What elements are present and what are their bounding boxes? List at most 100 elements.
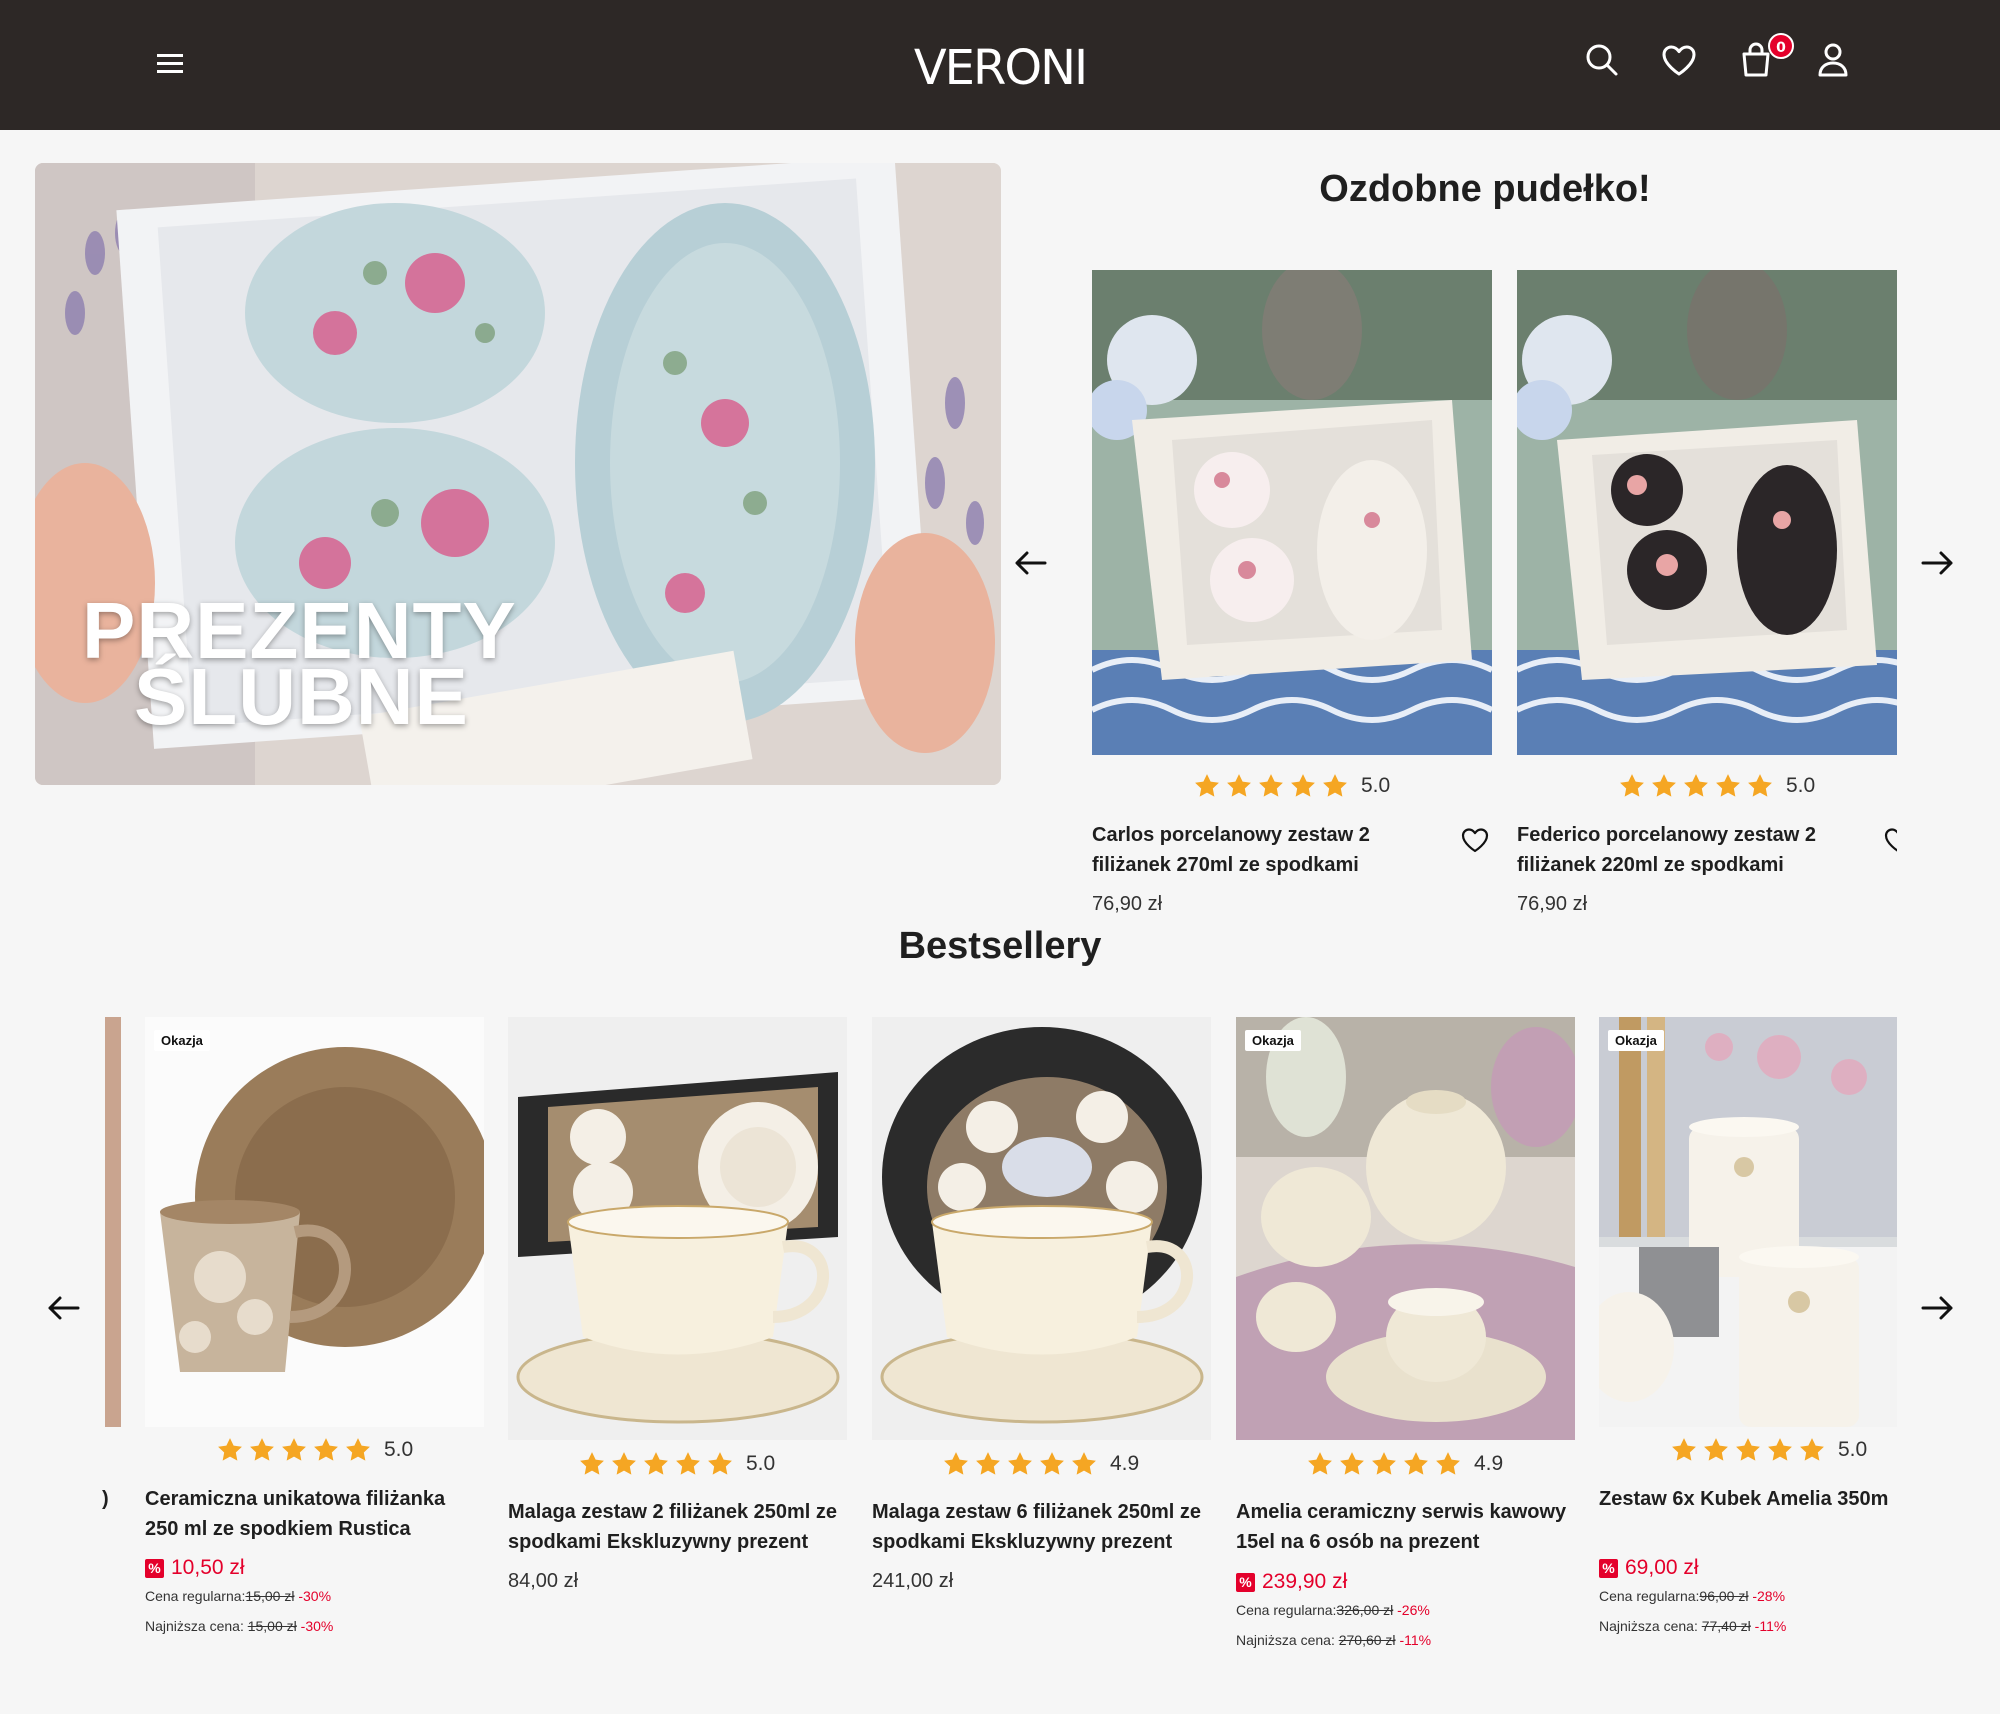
product-title[interactable]: Carlos porcelanowy zestaw 2 filiżanek 27… [1092,820,1422,880]
lowest-price-note: Najniższa cena: 77,40 zł -11% [1599,1618,1787,1634]
product-image[interactable] [872,1017,1211,1440]
arrow-right-icon[interactable] [1920,545,1956,581]
star-icon [1321,772,1349,800]
rating-stars: 5.0 [1618,772,1815,800]
star-icon [1702,1436,1730,1464]
bestsellers-section-title: Bestsellery [898,925,1102,967]
product-title[interactable]: Malaga zestaw 6 filiżanek 250ml ze spodk… [872,1497,1217,1557]
star-icon [1306,1450,1334,1478]
sale-price: % 69,00 zł [1599,1556,1699,1580]
product-image[interactable] [1599,1017,1897,1427]
cart-count-badge: 0 [1768,33,1794,59]
arrow-right-icon[interactable] [1920,1290,1956,1326]
star-icon [216,1436,244,1464]
product-image[interactable] [508,1017,847,1440]
sale-price: % 10,50 zł [145,1556,245,1580]
sale-price: % 239,90 zł [1236,1570,1347,1594]
rating-value: 5.0 [1838,1438,1868,1461]
partial-text: ) [102,1488,109,1510]
star-icon [706,1450,734,1478]
star-icon [1434,1450,1462,1478]
rating-value: 4.9 [1474,1452,1504,1475]
star-icon [1766,1436,1794,1464]
site-logo[interactable]: VERONI [900,40,1100,96]
star-icon [1370,1450,1398,1478]
product-title[interactable]: Ceramiczna unikatowa filiżanka 250 ml ze… [145,1484,484,1544]
product-image[interactable] [145,1017,484,1427]
rating-value: 5.0 [1361,774,1391,797]
discount-percent-icon: % [145,1558,164,1578]
sale-price-value: 239,90 zł [1262,1570,1348,1593]
product-price: 76,90 zł [1092,893,1163,915]
star-icon [1650,772,1678,800]
star-icon [1670,1436,1698,1464]
rating-stars: 5.0 [1193,772,1390,800]
star-icon [974,1450,1002,1478]
star-icon [1798,1436,1826,1464]
star-icon [1193,772,1221,800]
user-icon[interactable] [1813,40,1853,80]
product-title[interactable]: Amelia ceramiczny serwis kawowy 15el na … [1236,1497,1581,1557]
star-icon [344,1436,372,1464]
menu-icon[interactable] [157,54,183,74]
star-icon [610,1450,638,1478]
star-icon [1225,772,1253,800]
star-icon [312,1436,340,1464]
star-icon [1006,1450,1034,1478]
star-icon [642,1450,670,1478]
arrow-left-icon[interactable] [1012,545,1048,581]
deal-tag: Okazja [1608,1030,1664,1051]
star-icon [674,1450,702,1478]
star-icon [942,1450,970,1478]
search-icon[interactable] [1582,40,1622,80]
rating-value: 5.0 [1786,774,1816,797]
star-icon [1070,1450,1098,1478]
deal-tag: Okazja [1245,1030,1301,1051]
product-image[interactable] [1236,1017,1575,1440]
rating-value: 5.0 [746,1452,776,1475]
rating-stars: 5.0 [578,1450,775,1478]
rating-value: 4.9 [1110,1452,1140,1475]
sale-price-value: 69,00 zł [1625,1556,1699,1579]
hero-title: PREZENTY ŚLUBNE [82,591,517,741]
hero-banner-wedding-gifts[interactable]: PREZENTY ŚLUBNE [35,163,1001,785]
product-price: 241,00 zł [872,1570,954,1592]
rating-stars: 4.9 [942,1450,1139,1478]
rating-stars: 5.0 [216,1436,413,1464]
wishlist-heart-icon-partial[interactable] [1883,820,1897,860]
product-image[interactable] [1092,270,1492,755]
star-icon [1714,772,1742,800]
star-icon [1746,772,1774,800]
arrow-left-icon[interactable] [45,1290,81,1326]
sale-price-value: 10,50 zł [171,1556,245,1579]
wishlist-heart-icon[interactable] [1460,825,1490,855]
regular-price-note: Cena regularna:96,00 zł -28% [1599,1588,1786,1604]
product-title[interactable]: Federico porcelanowy zestaw 2 filiżanek … [1517,820,1847,880]
hero-title-line2: ŚLUBNE [134,652,469,741]
discount-percent-icon: % [1236,1572,1255,1592]
star-icon [1338,1450,1366,1478]
wishlist-heart-icon[interactable] [1659,40,1699,80]
rating-stars: 4.9 [1306,1450,1503,1478]
star-icon [1734,1436,1762,1464]
star-icon [248,1436,276,1464]
product-image-partial[interactable] [105,1017,121,1427]
star-icon [1682,772,1710,800]
product-title[interactable]: Malaga zestaw 2 filiżanek 250ml ze spodk… [508,1497,853,1557]
deal-tag: Okazja [154,1030,210,1051]
top-header: VERONI 0 [0,0,2000,130]
star-icon [1257,772,1285,800]
discount-percent-icon: % [1599,1558,1618,1578]
star-icon [280,1436,308,1464]
product-title[interactable]: Zestaw 6x Kubek Amelia 350m [1599,1484,1897,1514]
star-icon [578,1450,606,1478]
star-icon [1618,772,1646,800]
star-icon [1402,1450,1430,1478]
product-image[interactable] [1517,270,1897,755]
regular-price-note: Cena regularna:15,00 zł -30% [145,1588,332,1604]
star-icon [1038,1450,1066,1478]
star-icon [1289,772,1317,800]
lowest-price-note: Najniższa cena: 15,00 zł -30% [145,1618,334,1634]
rating-value: 5.0 [384,1438,414,1461]
rating-stars: 5.0 [1670,1436,1867,1464]
